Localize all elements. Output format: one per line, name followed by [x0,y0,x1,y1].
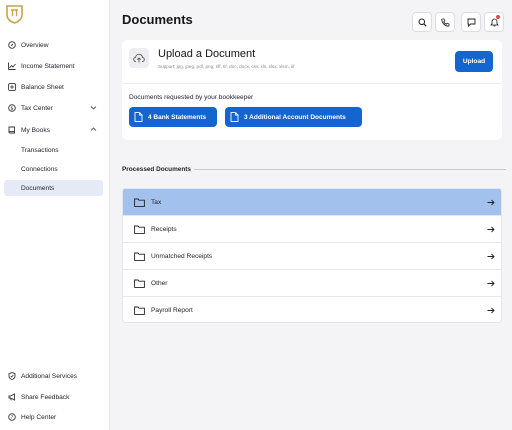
sidebar-item-share-feedback[interactable]: Share Feedback [4,389,103,405]
folder-label: Other [151,279,168,287]
sidebar-item-label: Balance Sheet [21,83,64,91]
upload-card: Upload a Document Support: jpg, jpeg, pd… [122,40,502,140]
chat-icon [467,18,475,27]
cloud-upload-icon [133,53,145,63]
upload-title: Upload a Document [158,48,256,60]
folder-label: Payroll Report [151,307,193,314]
arrow-right-icon [487,199,495,206]
phone-icon [440,18,449,27]
sidebar-subitem-documents[interactable]: Documents [4,180,103,196]
folder-label: Unmatched Receipts [151,252,213,260]
sidebar-item-balance-sheet[interactable]: Balance Sheet [4,79,103,95]
trend-icon [8,62,16,70]
sidebar-item-income-statement[interactable]: Income Statement [4,58,103,74]
upload-icon-box [129,48,149,68]
sidebar-subitem-connections[interactable]: Connections [4,161,103,177]
sidebar-item-additional-services[interactable]: Additional Services [4,368,103,384]
arrow-right-icon [487,253,495,260]
sidebar-item-tax-center[interactable]: $ Tax Center [4,100,103,116]
megaphone-icon [8,393,16,401]
sidebar-item-label: Overview [21,41,49,49]
document-icon [134,112,143,122]
upload-button[interactable]: Upload [455,51,493,72]
notification-dot [496,15,500,19]
folder-list: Tax Receipts Unmatched Receipts Other Pa… [122,188,502,323]
folder-icon [134,225,145,234]
compass-icon [8,41,16,49]
sidebar-item-label: Share Feedback [21,393,70,401]
sidebar-item-label: My Books [21,126,50,134]
dollar-icon: $ [8,104,16,112]
folder-row-payroll-report[interactable]: Payroll Report [123,297,501,322]
sidebar-item-label: Income Statement [21,62,75,70]
folder-row-other[interactable]: Other [123,270,501,297]
sidebar-item-label: Tax Center [21,104,53,112]
svg-text:$: $ [10,106,13,112]
folder-row-unmatched-receipts[interactable]: Unmatched Receipts [123,243,501,270]
svg-text:?: ? [11,415,14,421]
folder-icon [134,279,145,288]
folder-icon [134,306,145,315]
processed-documents-heading: Processed Documents [122,166,191,173]
section-divider [194,169,506,170]
main-content: Documents Upload a Document Support: jpg… [110,0,512,430]
folder-icon [134,252,145,261]
chevron-up-icon[interactable] [90,126,97,133]
arrow-right-icon [487,307,495,314]
question-icon: ? [8,413,16,421]
book-icon [8,126,16,134]
folder-row-receipts[interactable]: Receipts [123,216,501,243]
sidebar-subitem-transactions[interactable]: Transactions [4,142,103,158]
folder-icon [134,198,145,207]
sidebar-item-my-books[interactable]: My Books [4,122,103,138]
folder-label: Tax [151,198,162,206]
sidebar-subitem-label: Connections [21,165,58,173]
folder-label: Receipts [151,225,177,233]
requested-label: Documents requested by your bookkeeper [129,94,254,101]
notifications-button[interactable] [484,12,504,32]
request-label: 3 Additional Account Documents [244,113,346,121]
search-button[interactable] [412,12,432,32]
upload-support-text: Support: jpg, jpeg, pdf, png, tiff, tif,… [158,64,295,69]
chevron-down-icon[interactable] [90,104,97,111]
sidebar: Overview Income Statement Balance Sheet … [0,0,110,430]
search-icon [418,18,427,27]
document-icon [230,112,239,122]
request-account-documents-button[interactable]: 3 Additional Account Documents [225,107,362,127]
sidebar-item-label: Additional Services [21,372,78,380]
sidebar-subitem-label: Documents [21,184,55,192]
sidebar-item-help-center[interactable]: ? Help Center [4,409,103,425]
card-divider [122,83,502,84]
shield-icon [8,372,16,380]
shield-logo-icon[interactable] [6,5,23,24]
request-bank-statements-button[interactable]: 4 Bank Statements [129,107,217,127]
sidebar-item-overview[interactable]: Overview [4,37,103,53]
arrow-right-icon [487,280,495,287]
scale-icon [8,83,16,91]
page-title: Documents [122,12,193,27]
chat-button[interactable] [461,12,481,32]
arrow-right-icon [487,226,495,233]
sidebar-item-label: Help Center [21,413,57,421]
folder-row-tax[interactable]: Tax [123,189,501,216]
request-label: 4 Bank Statements [148,113,207,121]
phone-button[interactable] [435,12,455,32]
sidebar-subitem-label: Transactions [21,146,59,154]
